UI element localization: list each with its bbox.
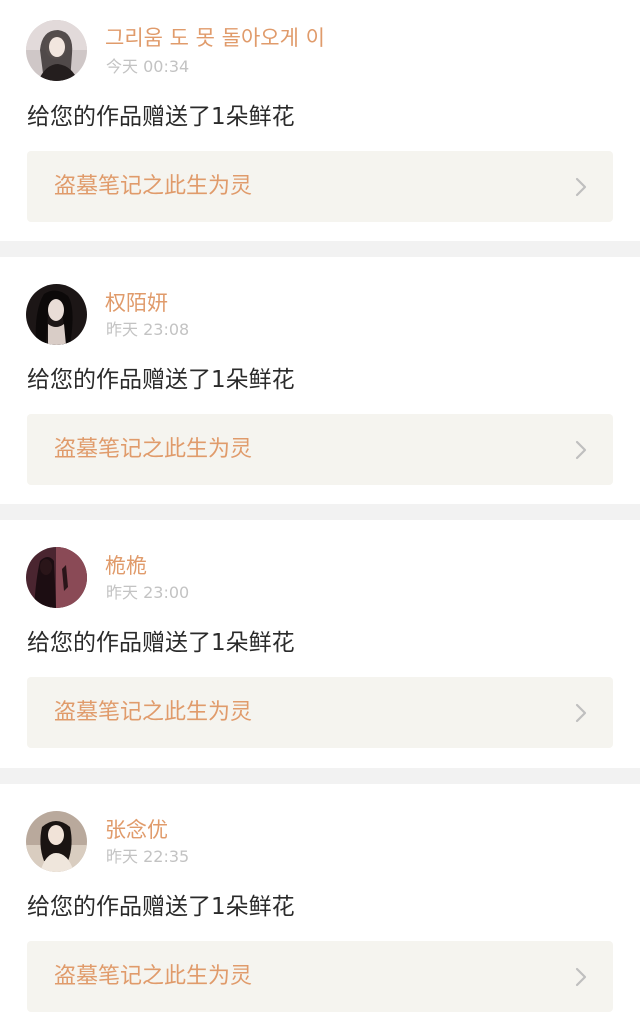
card-divider [0, 504, 640, 520]
user-avatar[interactable] [26, 811, 87, 872]
work-title: 盗墓笔记之此生为灵 [54, 174, 253, 199]
avatar-photo [26, 284, 87, 345]
notification-time: 昨天 22:35 [106, 847, 190, 866]
work-title: 盗墓笔记之此生为灵 [54, 437, 253, 462]
card-divider [0, 768, 640, 784]
gift-notification-feed: 그리움 도 못 돌아오게 이 今天 00:34 给您的作品赠送了1朵鲜花 盗墓笔… [0, 0, 640, 1027]
notification-card: 그리움 도 못 돌아오게 이 今天 00:34 给您的作品赠送了1朵鲜花 盗墓笔… [0, 0, 640, 241]
sender-name[interactable]: 权陌妍 [105, 289, 168, 317]
chevron-right-icon [575, 967, 587, 987]
user-avatar[interactable] [26, 547, 87, 608]
user-avatar[interactable] [26, 284, 87, 345]
avatar-photo [26, 547, 87, 608]
gift-message: 给您的作品赠送了1朵鲜花 [27, 367, 295, 393]
notification-time: 昨天 23:08 [106, 320, 190, 339]
gift-message: 给您的作品赠送了1朵鲜花 [27, 630, 295, 656]
notification-card: 权陌妍 昨天 23:08 给您的作品赠送了1朵鲜花 盗墓笔记之此生为灵 [0, 257, 640, 498]
notification-card: 桅桅 昨天 23:00 给您的作品赠送了1朵鲜花 盗墓笔记之此生为灵 [0, 520, 640, 761]
user-avatar[interactable] [26, 20, 87, 81]
work-title: 盗墓笔记之此生为灵 [54, 964, 253, 989]
work-title: 盗墓笔记之此生为灵 [54, 700, 253, 725]
sender-name[interactable]: 桅桅 [105, 552, 147, 580]
work-link-button[interactable]: 盗墓笔记之此生为灵 [27, 414, 613, 485]
notification-time: 昨天 23:00 [106, 583, 190, 602]
sender-name[interactable]: 张念优 [105, 816, 168, 844]
gift-message: 给您的作品赠送了1朵鲜花 [27, 104, 295, 130]
work-link-button[interactable]: 盗墓笔记之此生为灵 [27, 677, 613, 748]
sender-name[interactable]: 그리움 도 못 돌아오게 이 [105, 24, 325, 52]
chevron-right-icon [575, 177, 587, 197]
notification-time: 今天 00:34 [106, 57, 190, 76]
work-link-button[interactable]: 盗墓笔记之此生为灵 [27, 151, 613, 222]
gift-message: 给您的作品赠送了1朵鲜花 [27, 894, 295, 920]
chevron-right-icon [575, 703, 587, 723]
avatar-photo [26, 811, 87, 872]
chevron-right-icon [575, 440, 587, 460]
notification-card: 张念优 昨天 22:35 给您的作品赠送了1朵鲜花 盗墓笔记之此生为灵 [0, 784, 640, 1027]
avatar-photo [26, 20, 87, 81]
work-link-button[interactable]: 盗墓笔记之此生为灵 [27, 941, 613, 1012]
card-divider [0, 241, 640, 257]
